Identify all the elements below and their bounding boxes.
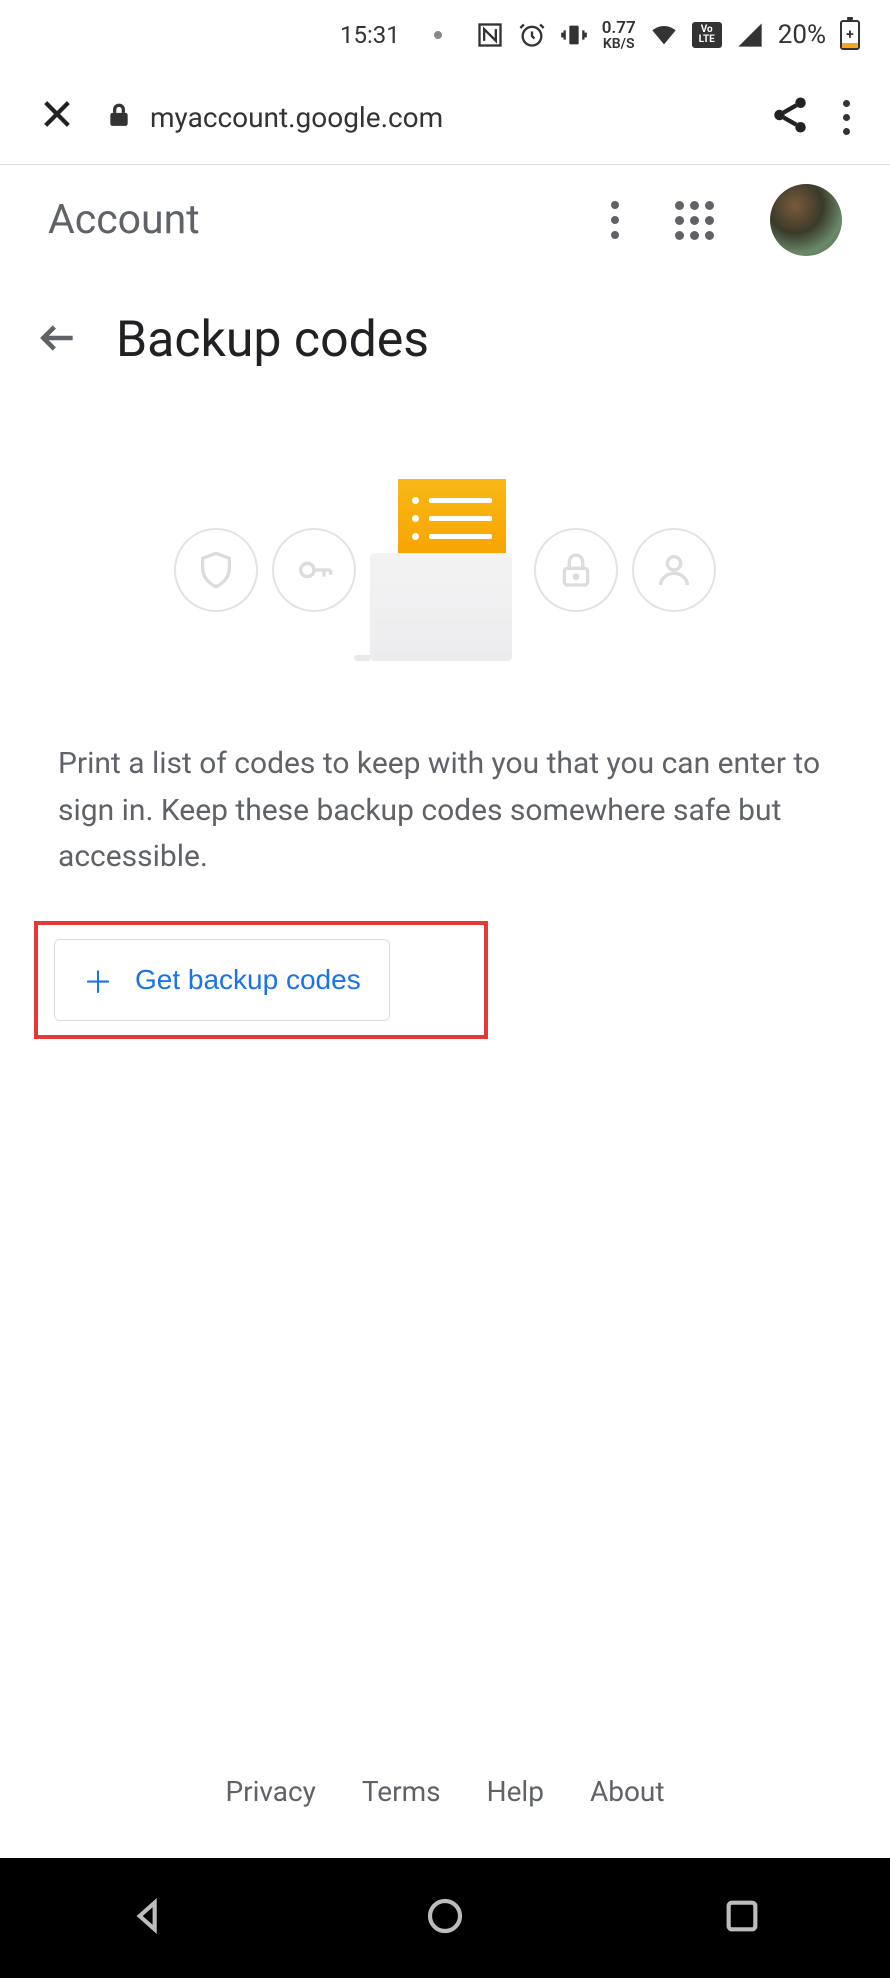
- wifi-icon: [650, 21, 678, 49]
- app-header: Account: [0, 165, 890, 275]
- description-text: Print a list of codes to keep with you t…: [0, 711, 890, 921]
- google-apps-icon[interactable]: [675, 201, 714, 240]
- footer-terms-link[interactable]: Terms: [362, 1775, 441, 1808]
- data-rate-indicator: 0.77 KB/S: [602, 20, 636, 51]
- vibrate-icon: [560, 21, 588, 49]
- battery-icon: +: [840, 20, 860, 50]
- padlock-icon: [534, 528, 618, 612]
- nav-recent-icon[interactable]: [722, 1896, 762, 1940]
- share-icon[interactable]: [769, 94, 811, 140]
- url-text: myaccount.google.com: [150, 101, 443, 134]
- browser-bar: myaccount.google.com: [0, 70, 890, 165]
- app-title: Account: [48, 196, 585, 244]
- signal-icon: [736, 21, 764, 49]
- volte-icon: Vo LTE: [692, 22, 722, 48]
- status-separator-dot: [434, 31, 442, 39]
- codes-card-illustration: [370, 479, 520, 661]
- app-menu-icon[interactable]: [611, 201, 619, 239]
- status-time: 15:31: [340, 21, 400, 49]
- footer-about-link[interactable]: About: [590, 1775, 665, 1808]
- data-rate-unit: KB/S: [602, 37, 636, 51]
- nav-home-icon[interactable]: [425, 1896, 465, 1940]
- footer-help-link[interactable]: Help: [487, 1775, 544, 1808]
- get-backup-codes-label: Get backup codes: [135, 964, 361, 996]
- alarm-icon: [518, 21, 546, 49]
- nav-back-icon[interactable]: [128, 1896, 168, 1940]
- page-title: Backup codes: [116, 311, 429, 369]
- url-bar[interactable]: myaccount.google.com: [106, 100, 737, 134]
- close-icon[interactable]: [40, 94, 74, 141]
- footer-links: Privacy Terms Help About: [0, 1745, 890, 1858]
- shield-icon: [174, 528, 258, 612]
- battery-percent: 20%: [778, 20, 826, 50]
- footer-privacy-link[interactable]: Privacy: [225, 1775, 315, 1808]
- person-icon: [632, 528, 716, 612]
- avatar[interactable]: [770, 184, 842, 256]
- illustration: [174, 479, 716, 661]
- lock-icon: [106, 100, 132, 134]
- status-bar: 15:31 0.77 KB/S Vo LTE 20% +: [0, 0, 890, 70]
- back-arrow-icon[interactable]: [36, 316, 80, 364]
- data-rate-value: 0.77: [602, 20, 636, 37]
- plus-icon: ＋: [83, 958, 113, 1002]
- system-nav-bar: [0, 1858, 890, 1978]
- annotation-highlight: ＋ Get backup codes: [34, 921, 488, 1039]
- nfc-icon: [476, 21, 504, 49]
- get-backup-codes-button[interactable]: ＋ Get backup codes: [54, 939, 390, 1021]
- page-heading-row: Backup codes: [0, 275, 890, 389]
- key-icon: [272, 528, 356, 612]
- browser-menu-icon[interactable]: [843, 100, 850, 135]
